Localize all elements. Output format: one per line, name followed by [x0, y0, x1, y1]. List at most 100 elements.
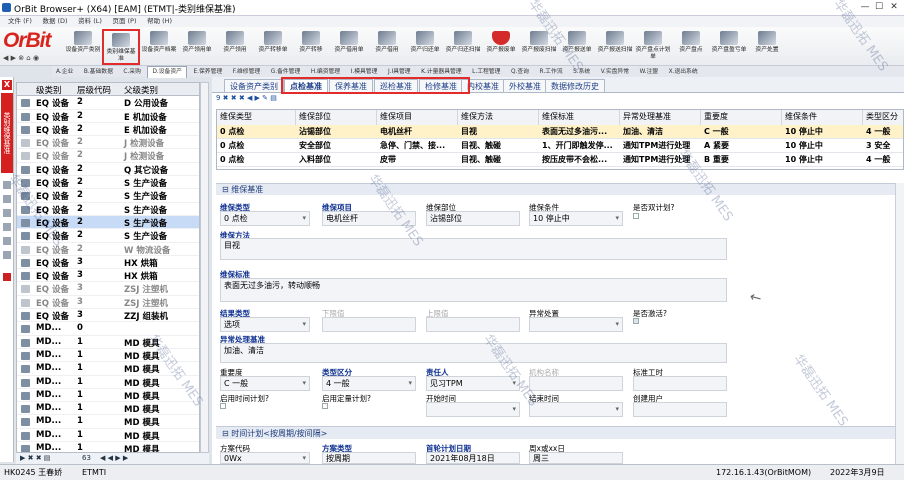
close-button[interactable]: ✕ — [887, 2, 901, 13]
menu-help[interactable]: 帮助 (H) — [147, 16, 172, 27]
detail-scrollbar[interactable] — [895, 183, 904, 464]
grid-header[interactable]: 类型区分 — [863, 110, 903, 125]
grid-header[interactable]: 维保项目 — [377, 110, 458, 125]
maximize-button[interactable]: ☐ — [872, 2, 886, 13]
menu-page[interactable]: 页面 (P) — [112, 16, 136, 27]
grid-row[interactable]: 0 点检 沾锡部位 电机丝杆 目视 表面无过多油污... 加油、清洁 C 一般 10 停止中 4… — [217, 125, 903, 139]
org-input[interactable] — [529, 376, 623, 391]
item-input[interactable]: 电机丝杆 — [322, 211, 416, 226]
grid-header[interactable]: 异常处理基准 — [620, 110, 701, 125]
grid-header[interactable]: 维保方法 — [458, 110, 539, 125]
table-row[interactable]: EQ 设备 2 S 生产设备 — [17, 189, 199, 203]
menu-data[interactable]: 数据 (D) — [42, 16, 67, 27]
refresh-icon[interactable] — [3, 237, 11, 245]
table-row[interactable]: MD... 1 MD 模具 — [17, 389, 199, 403]
print-icon[interactable] — [3, 223, 11, 231]
tb-send-order[interactable]: 资产报送单 — [558, 29, 596, 65]
table-row[interactable]: EQ 设备 2 S 生产设备 — [17, 215, 199, 230]
table-row[interactable]: EQ 设备 3 ZSJ 注塑机 — [17, 296, 199, 310]
importance-select[interactable]: C 一般 — [220, 376, 310, 391]
left-scrollbar[interactable] — [200, 82, 209, 453]
handling-input[interactable]: 加油、清洁 — [220, 343, 727, 363]
table-row[interactable]: MD... 1 MD 模具 — [17, 429, 199, 443]
plan-type-input[interactable]: 按周期 — [322, 452, 416, 464]
tb-scrap-order[interactable]: 资产报废单 — [482, 29, 520, 65]
grid-toolbar[interactable]: 9 ✖ ✖ ✖ ◀ ▶ ✎ ▤ — [212, 94, 904, 106]
table-row[interactable]: EQ 设备 2 E 机加设备 — [17, 123, 199, 137]
module-tab[interactable]: B.基础数据 — [80, 67, 117, 78]
stop-icon[interactable] — [3, 273, 11, 281]
grid-header[interactable]: 重要度 — [701, 110, 782, 125]
table-row[interactable]: EQ 设备 3 ZZJ 组装机 — [17, 309, 199, 323]
tb-borrow-order[interactable]: 资产借用单 — [330, 29, 368, 65]
table-row[interactable]: EQ 设备 2 D 公用设备 — [17, 96, 199, 110]
section-time-plan[interactable]: ⊟ 时间计划<按周期/按间隔> — [216, 426, 904, 439]
abnormal-select[interactable] — [529, 317, 623, 332]
close-panel-button[interactable]: X — [2, 80, 12, 90]
tb-scrap-scan[interactable]: 资产报废扫描 — [520, 29, 558, 65]
tb-asset-request[interactable]: 资产领用单 — [178, 29, 216, 65]
tb-return-scan[interactable]: 资产归还扫描 — [444, 29, 482, 65]
start-time-input[interactable] — [426, 402, 520, 417]
tab-history[interactable]: 数据修改历史 — [545, 79, 605, 93]
double-plan-checkbox[interactable] — [633, 213, 639, 219]
tb-asset-archive[interactable]: 设备资产档案 — [140, 29, 178, 65]
tb-inventory[interactable]: 资产盘点 — [672, 29, 710, 65]
end-time-input[interactable] — [529, 402, 623, 417]
menu-file[interactable]: 文件 (F) — [8, 16, 32, 27]
table-row[interactable]: EQ 设备 2 W 物流设备 — [17, 243, 199, 256]
grid-header[interactable]: 维保部位 — [296, 110, 377, 125]
tab-asset-category[interactable]: 设备资产类别 — [224, 79, 284, 93]
tb-borrow[interactable]: 资产借用 — [368, 29, 406, 65]
nav-arrows[interactable]: ◀ ▶ ⊗ ⌂ ◉ — [3, 54, 39, 62]
part-input[interactable]: 沾锡部位 — [426, 211, 520, 226]
typediff-select[interactable]: 4 一般 — [322, 376, 416, 391]
table-row[interactable]: MD... 1 MD 模具 — [17, 336, 199, 349]
table-row[interactable]: EQ 设备 2 S 生产设备 — [17, 176, 199, 190]
table-row[interactable]: EQ 设备 2 J 检测设备 — [17, 149, 199, 163]
pager-icons[interactable]: ◀ ◀ ▶ ▶ — [100, 454, 128, 462]
export-icon[interactable] — [3, 251, 11, 259]
minimize-button[interactable]: — — [858, 2, 872, 13]
standard-input[interactable]: 表面无过多油污，转动顺畅 — [220, 278, 727, 302]
std-hours-input[interactable] — [633, 376, 727, 391]
tb-transfer[interactable]: 资产转移 — [292, 29, 330, 65]
time-plan-checkbox[interactable] — [220, 403, 226, 409]
table-row[interactable]: MD... 1 MD 模具 — [17, 376, 199, 389]
module-tab[interactable]: A.企业 — [52, 67, 77, 78]
tb-disposal[interactable]: 资产处置 — [748, 29, 786, 65]
grid-header[interactable]: 维保类型 — [217, 110, 296, 125]
grid-row[interactable]: 0 点检 入料部位 皮带 目视、触碰 按压皮带不会松... 通知TPM进行处理 B 重要 10… — [217, 153, 903, 167]
tb-transfer-order[interactable]: 资产转移单 — [254, 29, 292, 65]
type-select[interactable]: 0 点检 — [220, 211, 310, 226]
tb-return-order[interactable]: 资产归还单 — [406, 29, 444, 65]
table-row[interactable]: EQ 设备 2 S 生产设备 — [17, 229, 199, 243]
menu-resources[interactable]: 资料 (L) — [78, 16, 102, 27]
pager-nav-icon[interactable]: ▶ ✖ ✖ ▤ — [20, 454, 50, 462]
tb-category-maintenance[interactable]: 类别维保基准 — [102, 29, 140, 65]
tab-external-cal[interactable]: 外校基准 — [503, 79, 547, 93]
creator-input[interactable] — [633, 402, 727, 417]
grid-header[interactable]: 维保条件 — [782, 110, 863, 125]
table-row[interactable]: MD... 1 MD 模具 — [17, 415, 199, 429]
table-row[interactable]: EQ 设备 3 ZSJ 注塑机 — [17, 282, 199, 296]
result-type-select[interactable]: 选项 — [220, 317, 310, 332]
method-input[interactable]: 目视 — [220, 238, 727, 260]
lower-limit-input[interactable] — [322, 317, 416, 332]
tb-asset-category[interactable]: 设备资产类别 — [64, 29, 102, 65]
cond-select[interactable]: 10 停止中 — [529, 211, 623, 226]
table-row[interactable]: EQ 设备 2 J 检测设备 — [17, 136, 199, 150]
table-row[interactable]: MD... 1 MD 模具 — [17, 442, 199, 452]
module-tab-active[interactable]: D.设备资产 — [147, 66, 187, 78]
table-row[interactable]: EQ 设备 2 Q 其它设备 — [17, 163, 199, 177]
copy-icon[interactable] — [3, 195, 11, 203]
disk-icon[interactable] — [3, 209, 11, 217]
table-row[interactable]: MD... 1 MD 模具 — [17, 349, 199, 363]
table-row[interactable]: EQ 设备 2 S 生产设备 — [17, 203, 199, 216]
table-row[interactable]: MD... 1 MD 模具 — [17, 402, 199, 416]
owner-select[interactable]: 见习TPM — [426, 376, 520, 391]
tb-inventory-plan[interactable]: 资产盘点计划单 — [634, 29, 672, 65]
table-row[interactable]: EQ 设备 2 E 机加设备 — [17, 110, 199, 123]
grid-header[interactable]: 维保标准 — [539, 110, 620, 125]
grid-row[interactable]: 0 点检 安全部位 急停、门禁、接... 目视、触碰 1、开门即触发停... 通知TPM进… — [217, 139, 903, 153]
